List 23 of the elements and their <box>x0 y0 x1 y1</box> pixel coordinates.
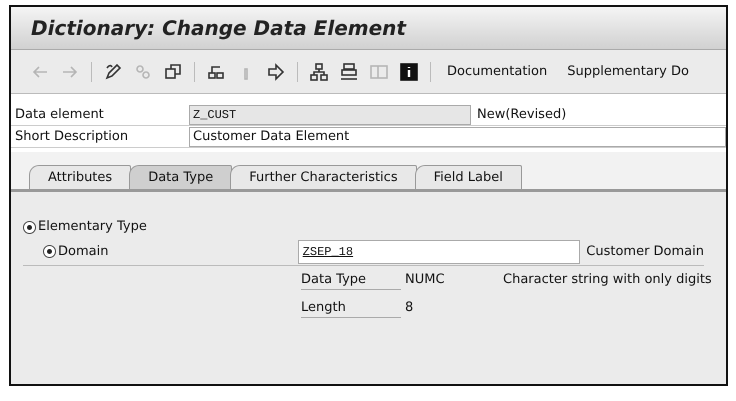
toolbar-text-button[interactable]: Supplementary Do <box>559 62 697 82</box>
data-element-field[interactable]: Z_CUST <box>189 104 471 124</box>
domain-field[interactable]: ZSEP_18 <box>298 240 580 264</box>
status-text: New(Revised) <box>477 106 566 124</box>
domain-description: Customer Domain <box>586 242 704 261</box>
short-description-field[interactable]: Customer Data Element <box>189 126 726 146</box>
radio-label: Elementary Type <box>38 218 147 236</box>
radio-button[interactable] <box>43 245 56 258</box>
property-label: Length <box>301 298 401 318</box>
toolbar-text-button[interactable]: Documentation <box>439 62 556 82</box>
tab[interactable]: Field Label <box>414 165 522 189</box>
property-label: Data Type <box>301 270 401 290</box>
tab[interactable]: Data Type <box>129 165 232 189</box>
property-value: 8 <box>404 299 414 318</box>
tab[interactable]: Attributes <box>29 165 132 189</box>
property-description: Character string with only digits <box>503 271 712 290</box>
window-title: Dictionary: Change Data Element <box>31 15 406 42</box>
field-label: Data element <box>14 106 105 124</box>
field-label: Short Description <box>14 128 130 146</box>
radio-button[interactable] <box>23 220 36 234</box>
radio-label: Domain <box>58 242 108 261</box>
property-value: NUMC <box>404 271 446 290</box>
tab[interactable]: Further Characteristics <box>230 165 417 189</box>
